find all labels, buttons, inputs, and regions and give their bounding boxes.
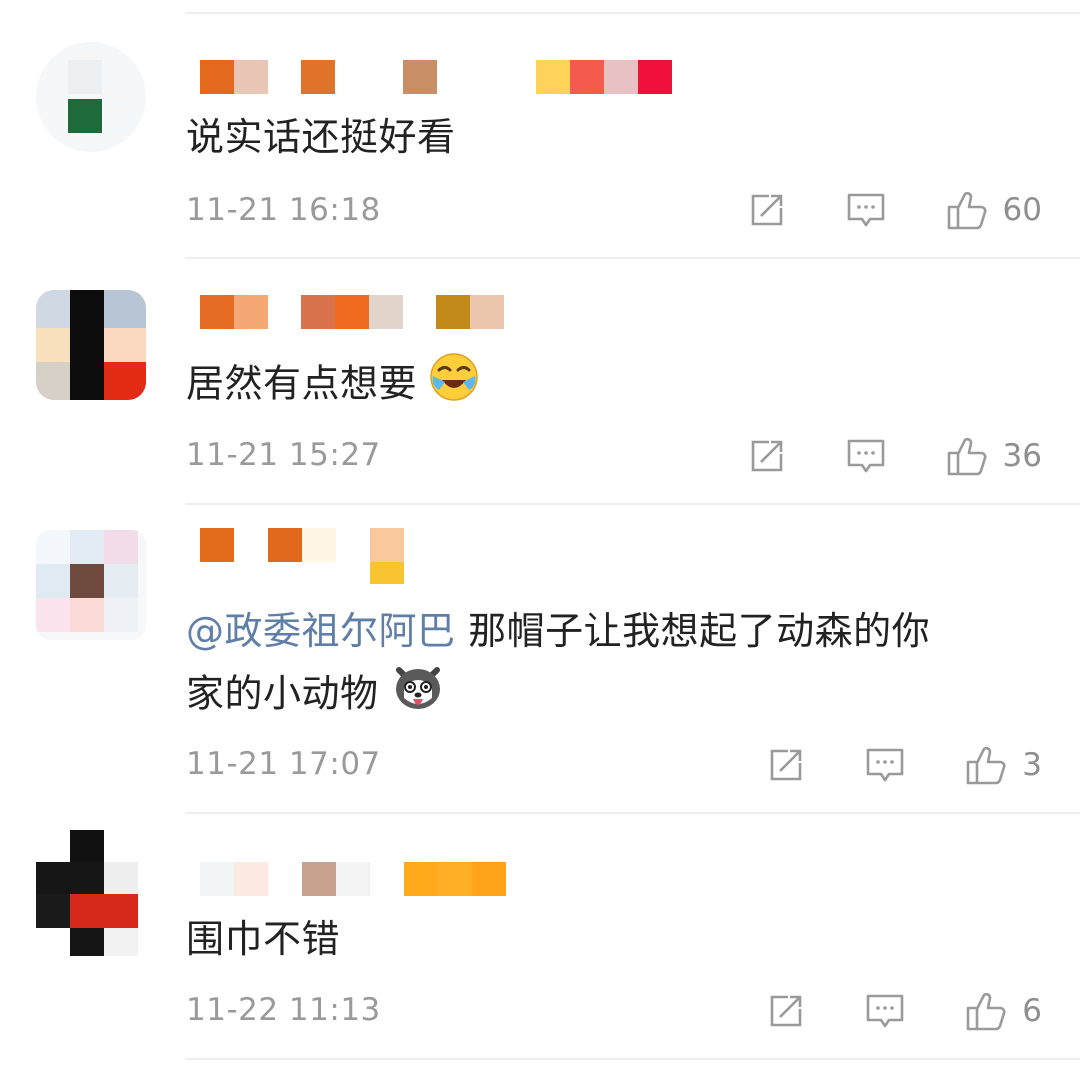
comment-icon — [847, 439, 884, 473]
comment-text: 围巾不错 — [186, 917, 341, 961]
share-icon — [770, 995, 802, 1027]
avatar[interactable] — [36, 830, 140, 960]
divider — [185, 812, 1080, 814]
like-button[interactable]: 6 — [964, 989, 1042, 1033]
divider — [185, 257, 1080, 259]
share-icon — [770, 749, 802, 781]
reply-button[interactable] — [845, 190, 887, 230]
reply-button[interactable] — [845, 436, 887, 476]
username-pixelated[interactable] — [196, 60, 716, 94]
comment-text: 说实话还挺好看 — [186, 115, 456, 159]
comment-text-row: 居然有点想要 — [186, 352, 1056, 420]
divider — [185, 1058, 1080, 1060]
comment-actions: 60 — [689, 187, 1042, 233]
reply-button[interactable] — [864, 991, 906, 1031]
comment-text: 那帽子让我想起了动森的你 — [455, 609, 931, 653]
comment-timestamp: 11-21 15:27 — [186, 437, 381, 473]
comment-actions: 6 — [708, 988, 1042, 1034]
top-divider — [185, 12, 1080, 14]
avatar[interactable] — [36, 290, 146, 400]
share-button[interactable] — [766, 991, 806, 1031]
username-pixelated[interactable] — [196, 528, 716, 584]
share-icon — [751, 440, 782, 472]
username-pixelated[interactable] — [196, 862, 716, 896]
thumbs-up-icon — [947, 191, 987, 230]
like-button[interactable]: 60 — [945, 188, 1042, 232]
comment-timestamp: 11-21 17:07 — [186, 746, 381, 782]
comment-icon — [847, 193, 884, 227]
comment-text: 居然有点想要 — [186, 361, 418, 406]
avatar[interactable] — [36, 530, 146, 640]
like-button[interactable]: 3 — [964, 743, 1042, 787]
like-count: 60 — [1002, 192, 1042, 228]
share-button[interactable] — [747, 436, 787, 476]
thumbs-up-icon — [947, 437, 987, 476]
comment-actions: 36 — [689, 433, 1042, 479]
like-count: 6 — [1022, 993, 1042, 1029]
like-button[interactable]: 36 — [945, 434, 1042, 478]
username-pixelated[interactable] — [196, 295, 716, 329]
divider — [185, 503, 1080, 505]
comment-timestamp: 11-21 16:18 — [186, 192, 381, 228]
comment-actions: 3 — [708, 742, 1042, 788]
comment-icon — [866, 994, 904, 1028]
like-count: 3 — [1022, 747, 1042, 783]
laugh-cry-emoji — [429, 352, 479, 420]
comment-timestamp: 11-22 11:13 — [186, 992, 381, 1028]
thumbs-up-icon — [966, 992, 1006, 1031]
comment-text: 家的小动物 — [186, 671, 379, 716]
comment-text-block: @政委祖尔阿巴 那帽子让我想起了动森的你 家的小动物 — [186, 600, 1056, 730]
thumbs-up-icon — [966, 746, 1006, 785]
mention-link[interactable]: @政委祖尔阿巴 — [186, 609, 456, 653]
reply-button[interactable] — [864, 745, 906, 785]
husky-emoji — [391, 662, 445, 730]
comment-icon — [866, 748, 904, 782]
share-button[interactable] — [766, 745, 806, 785]
share-icon — [751, 194, 782, 226]
share-button[interactable] — [747, 190, 787, 230]
avatar[interactable] — [36, 42, 146, 152]
like-count: 36 — [1002, 438, 1042, 474]
